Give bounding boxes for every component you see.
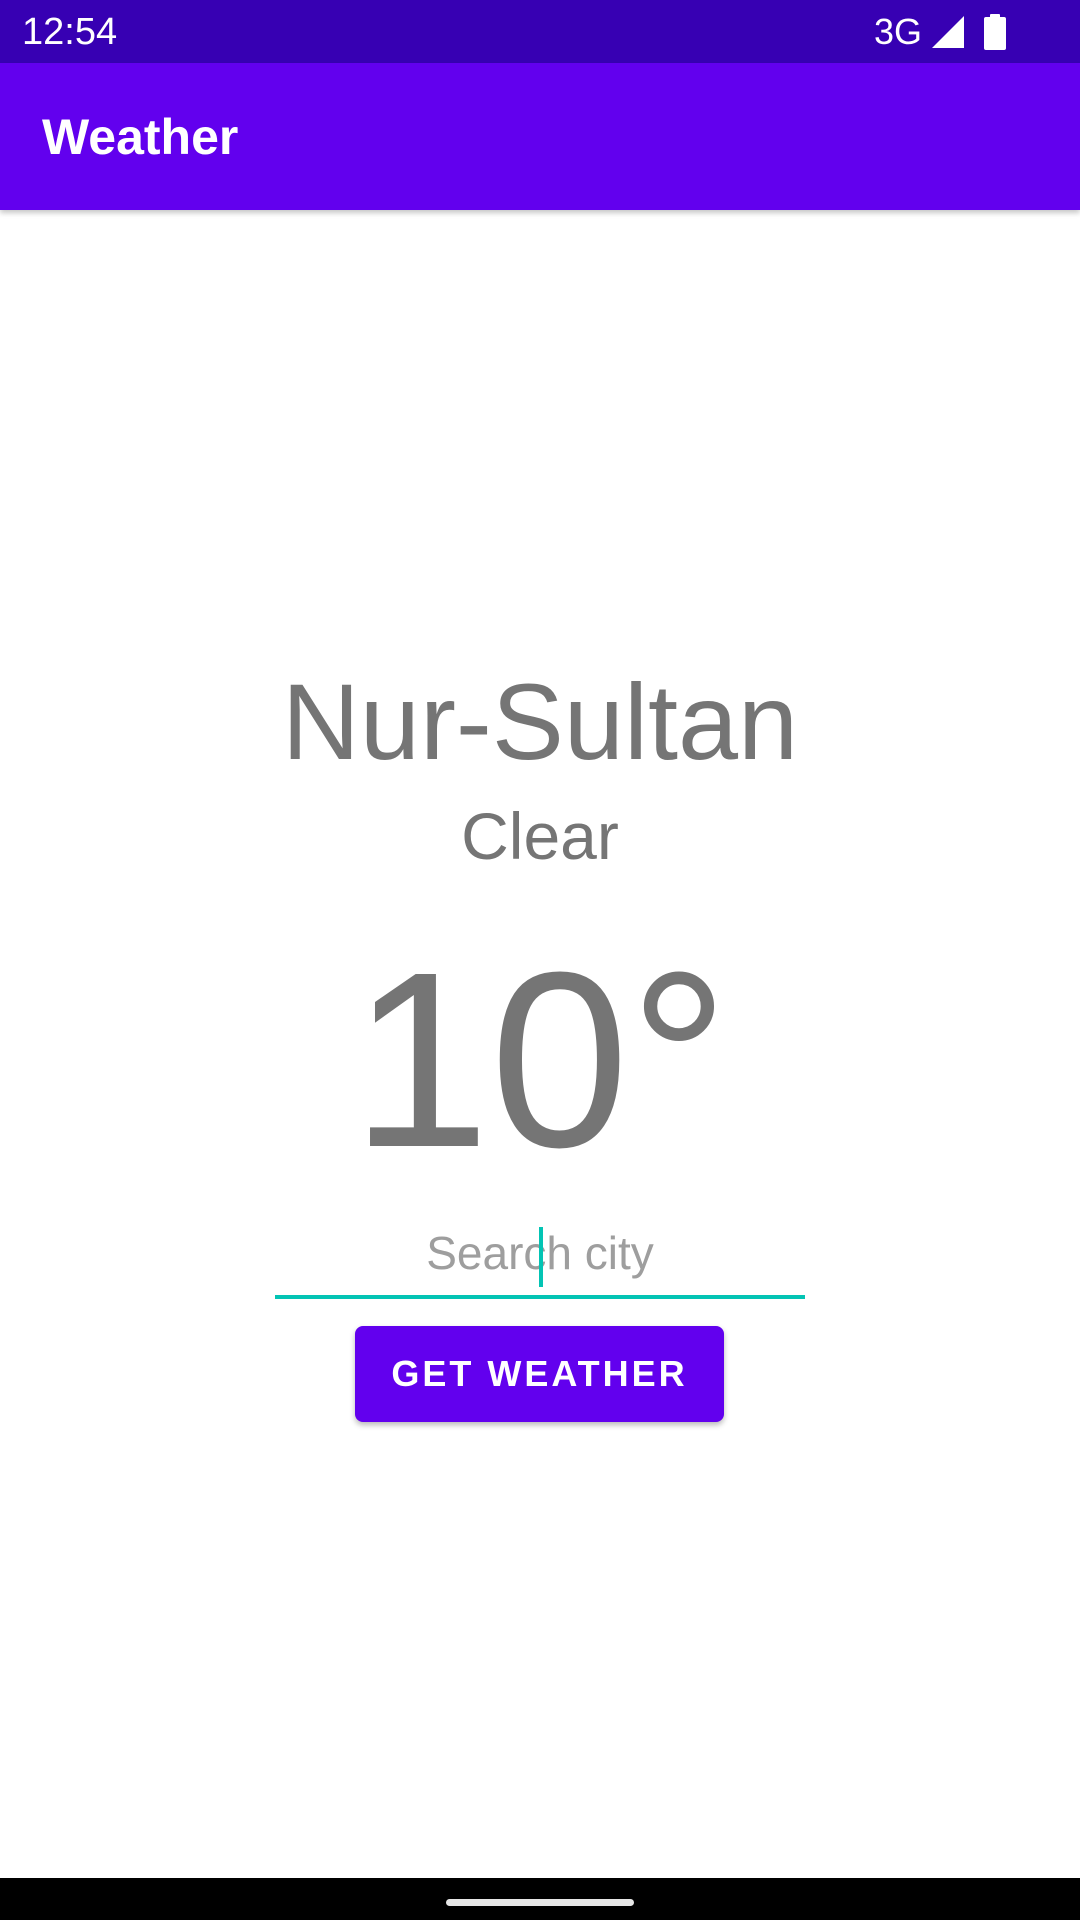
status-time: 12:54	[22, 11, 118, 53]
temperature-value: 10°	[350, 920, 730, 1199]
home-gesture-handle[interactable]	[446, 1899, 634, 1906]
main-content: Nur-Sultan Clear 10° GET WEATHER	[0, 210, 1080, 1878]
status-icons: 3G	[874, 0, 1080, 63]
battery-full-icon	[984, 13, 1006, 50]
app-bar: Weather	[0, 63, 1080, 210]
search-field-underline	[275, 1295, 805, 1299]
cellular-signal-icon	[932, 15, 964, 48]
system-navigation-bar	[0, 1878, 1080, 1920]
weather-condition: Clear	[461, 799, 619, 873]
status-bar: 12:54 3G	[0, 0, 1080, 63]
city-name: Nur-Sultan	[281, 661, 799, 782]
network-type-label: 3G	[873, 10, 922, 52]
search-city-field[interactable]	[275, 1215, 805, 1299]
get-weather-button[interactable]: GET WEATHER	[355, 1326, 724, 1422]
weather-screen: 12:54 3G Weather Nur-Sultan Clear 10° GE…	[0, 0, 1080, 1920]
text-cursor	[539, 1227, 543, 1287]
app-title: Weather	[42, 109, 239, 165]
